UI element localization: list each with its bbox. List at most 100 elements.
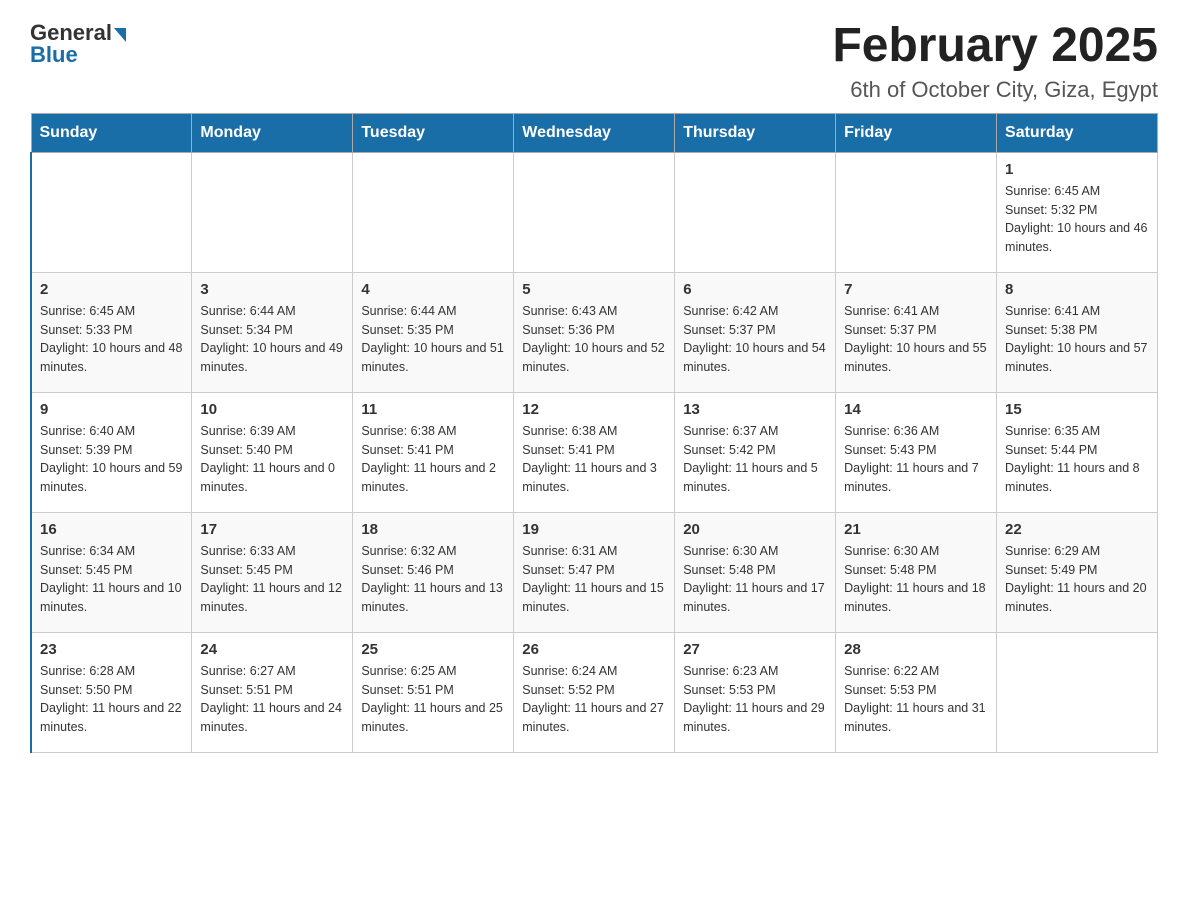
day-info: Sunrise: 6:43 AMSunset: 5:36 PMDaylight:… (522, 302, 666, 377)
calendar-cell: 24 Sunrise: 6:27 AMSunset: 5:51 PMDayligh… (192, 632, 353, 752)
day-info: Sunrise: 6:31 AMSunset: 5:47 PMDaylight:… (522, 542, 666, 617)
day-number: 18 (361, 521, 505, 538)
day-number: 23 (40, 641, 183, 658)
day-number: 26 (522, 641, 666, 658)
day-number: 6 (683, 281, 827, 298)
calendar-cell: 5 Sunrise: 6:43 AMSunset: 5:36 PMDaylight… (514, 272, 675, 392)
day-info: Sunrise: 6:37 AMSunset: 5:42 PMDaylight:… (683, 422, 827, 497)
calendar-cell: 22 Sunrise: 6:29 AMSunset: 5:49 PMDayligh… (997, 512, 1158, 632)
day-info: Sunrise: 6:34 AMSunset: 5:45 PMDaylight:… (40, 542, 183, 617)
day-number: 25 (361, 641, 505, 658)
calendar-cell: 6 Sunrise: 6:42 AMSunset: 5:37 PMDaylight… (675, 272, 836, 392)
day-number: 12 (522, 401, 666, 418)
day-number: 5 (522, 281, 666, 298)
calendar-day-header: Wednesday (514, 113, 675, 152)
day-info: Sunrise: 6:32 AMSunset: 5:46 PMDaylight:… (361, 542, 505, 617)
calendar-table: SundayMondayTuesdayWednesdayThursdayFrid… (30, 113, 1158, 753)
calendar-day-header: Thursday (675, 113, 836, 152)
day-info: Sunrise: 6:30 AMSunset: 5:48 PMDaylight:… (683, 542, 827, 617)
day-number: 28 (844, 641, 988, 658)
day-number: 11 (361, 401, 505, 418)
day-number: 21 (844, 521, 988, 538)
calendar-cell (514, 152, 675, 272)
calendar-cell: 7Sunrise: 6:41 AMSunset: 5:37 PMDaylight… (836, 272, 997, 392)
calendar-cell: 3 Sunrise: 6:44 AMSunset: 5:34 PMDaylight… (192, 272, 353, 392)
calendar-day-header: Saturday (997, 113, 1158, 152)
calendar-cell (836, 152, 997, 272)
day-info: Sunrise: 6:33 AMSunset: 5:45 PMDaylight:… (200, 542, 344, 617)
day-info: Sunrise: 6:35 AMSunset: 5:44 PMDaylight:… (1005, 422, 1149, 497)
day-info: Sunrise: 6:30 AMSunset: 5:48 PMDaylight:… (844, 542, 988, 617)
day-number: 22 (1005, 521, 1149, 538)
calendar-cell: 12Sunrise: 6:38 AMSunset: 5:41 PMDayligh… (514, 392, 675, 512)
day-number: 20 (683, 521, 827, 538)
day-number: 17 (200, 521, 344, 538)
day-number: 1 (1005, 161, 1149, 178)
day-number: 8 (1005, 281, 1149, 298)
title-block: February 2025 6th of October City, Giza,… (832, 20, 1158, 103)
calendar-day-header: Monday (192, 113, 353, 152)
calendar-cell: 14 Sunrise: 6:36 AMSunset: 5:43 PMDayligh… (836, 392, 997, 512)
day-info: Sunrise: 6:25 AMSunset: 5:51 PMDaylight:… (361, 662, 505, 737)
day-info: Sunrise: 6:41 AMSunset: 5:37 PMDaylight:… (844, 302, 988, 377)
calendar-cell: 1 Sunrise: 6:45 AMSunset: 5:32 PMDaylight… (997, 152, 1158, 272)
day-number: 15 (1005, 401, 1149, 418)
calendar-cell (31, 152, 192, 272)
day-info: Sunrise: 6:45 AMSunset: 5:33 PMDaylight:… (40, 302, 183, 377)
calendar-day-header: Friday (836, 113, 997, 152)
calendar-week-row: 1 Sunrise: 6:45 AMSunset: 5:32 PMDaylight… (31, 152, 1158, 272)
day-info: Sunrise: 6:22 AMSunset: 5:53 PMDaylight:… (844, 662, 988, 737)
day-number: 4 (361, 281, 505, 298)
day-info: Sunrise: 6:27 AMSunset: 5:51 PMDaylight:… (200, 662, 344, 737)
calendar-cell (675, 152, 836, 272)
calendar-cell: 19 Sunrise: 6:31 AMSunset: 5:47 PMDayligh… (514, 512, 675, 632)
day-info: Sunrise: 6:40 AMSunset: 5:39 PMDaylight:… (40, 422, 183, 497)
day-info: Sunrise: 6:24 AMSunset: 5:52 PMDaylight:… (522, 662, 666, 737)
day-info: Sunrise: 6:41 AMSunset: 5:38 PMDaylight:… (1005, 302, 1149, 377)
page-header: General Blue February 2025 6th of Octobe… (30, 20, 1158, 103)
day-info: Sunrise: 6:45 AMSunset: 5:32 PMDaylight:… (1005, 182, 1149, 257)
calendar-cell: 8 Sunrise: 6:41 AMSunset: 5:38 PMDaylight… (997, 272, 1158, 392)
calendar-cell (997, 632, 1158, 752)
day-info: Sunrise: 6:29 AMSunset: 5:49 PMDaylight:… (1005, 542, 1149, 617)
calendar-cell: 25 Sunrise: 6:25 AMSunset: 5:51 PMDayligh… (353, 632, 514, 752)
day-number: 14 (844, 401, 988, 418)
calendar-day-header: Sunday (31, 113, 192, 152)
day-number: 3 (200, 281, 344, 298)
calendar-cell: 27Sunrise: 6:23 AMSunset: 5:53 PMDayligh… (675, 632, 836, 752)
day-info: Sunrise: 6:39 AMSunset: 5:40 PMDaylight:… (200, 422, 344, 497)
day-info: Sunrise: 6:28 AMSunset: 5:50 PMDaylight:… (40, 662, 183, 737)
calendar-week-row: 23 Sunrise: 6:28 AMSunset: 5:50 PMDayligh… (31, 632, 1158, 752)
location-subtitle: 6th of October City, Giza, Egypt (832, 77, 1158, 103)
day-number: 10 (200, 401, 344, 418)
calendar-cell: 26 Sunrise: 6:24 AMSunset: 5:52 PMDayligh… (514, 632, 675, 752)
calendar-cell: 17 Sunrise: 6:33 AMSunset: 5:45 PMDayligh… (192, 512, 353, 632)
day-number: 24 (200, 641, 344, 658)
calendar-cell: 16 Sunrise: 6:34 AMSunset: 5:45 PMDayligh… (31, 512, 192, 632)
calendar-cell: 4Sunrise: 6:44 AMSunset: 5:35 PMDaylight… (353, 272, 514, 392)
day-number: 9 (40, 401, 183, 418)
calendar-cell: 20 Sunrise: 6:30 AMSunset: 5:48 PMDayligh… (675, 512, 836, 632)
calendar-cell: 10 Sunrise: 6:39 AMSunset: 5:40 PMDayligh… (192, 392, 353, 512)
day-info: Sunrise: 6:42 AMSunset: 5:37 PMDaylight:… (683, 302, 827, 377)
calendar-cell: 23 Sunrise: 6:28 AMSunset: 5:50 PMDayligh… (31, 632, 192, 752)
calendar-header-row: SundayMondayTuesdayWednesdayThursdayFrid… (31, 113, 1158, 152)
logo-arrow-icon (114, 28, 126, 42)
day-info: Sunrise: 6:44 AMSunset: 5:34 PMDaylight:… (200, 302, 344, 377)
calendar-cell (353, 152, 514, 272)
day-info: Sunrise: 6:36 AMSunset: 5:43 PMDaylight:… (844, 422, 988, 497)
day-number: 16 (40, 521, 183, 538)
calendar-cell: 13 Sunrise: 6:37 AMSunset: 5:42 PMDayligh… (675, 392, 836, 512)
calendar-cell: 28 Sunrise: 6:22 AMSunset: 5:53 PMDayligh… (836, 632, 997, 752)
calendar-week-row: 2Sunrise: 6:45 AMSunset: 5:33 PMDaylight… (31, 272, 1158, 392)
calendar-day-header: Tuesday (353, 113, 514, 152)
logo-blue-text: Blue (30, 42, 78, 68)
calendar-week-row: 9 Sunrise: 6:40 AMSunset: 5:39 PMDaylight… (31, 392, 1158, 512)
calendar-cell (192, 152, 353, 272)
day-number: 19 (522, 521, 666, 538)
calendar-cell: 15 Sunrise: 6:35 AMSunset: 5:44 PMDayligh… (997, 392, 1158, 512)
calendar-week-row: 16 Sunrise: 6:34 AMSunset: 5:45 PMDayligh… (31, 512, 1158, 632)
calendar-cell: 9 Sunrise: 6:40 AMSunset: 5:39 PMDaylight… (31, 392, 192, 512)
calendar-cell: 21 Sunrise: 6:30 AMSunset: 5:48 PMDayligh… (836, 512, 997, 632)
day-number: 13 (683, 401, 827, 418)
